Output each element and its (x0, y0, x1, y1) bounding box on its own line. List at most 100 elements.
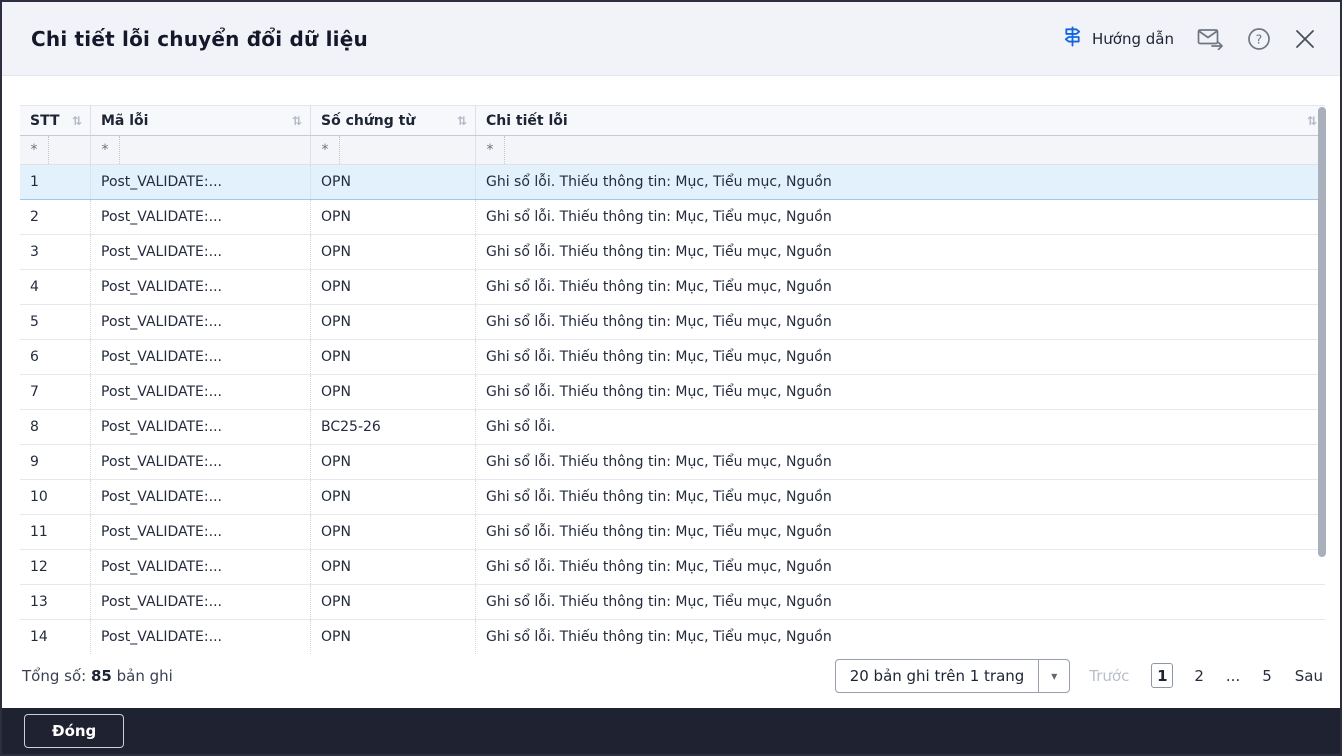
column-header-ma-loi[interactable]: Mã lỗi ⇅ (91, 106, 311, 135)
cell-stt: 3 (20, 235, 91, 269)
column-label: Mã lỗi (101, 112, 149, 129)
cell-ma-loi: Post_VALIDATE:... (91, 270, 311, 304)
cell-ma-loi: Post_VALIDATE:... (91, 445, 311, 479)
pager-page-5[interactable]: 5 (1262, 667, 1272, 685)
cell-chi-tiet-loi: Ghi sổ lỗi. Thiếu thông tin: Mục, Tiểu m… (486, 349, 832, 365)
cell-so-chung-tu: OPN (311, 480, 476, 514)
filter-operator-button[interactable]: * (476, 136, 505, 164)
send-feedback-icon[interactable] (1197, 27, 1224, 50)
table-row[interactable]: 2 Post_VALIDATE:... OPN Ghi sổ lỗi. Thiế… (20, 200, 1325, 235)
table-row[interactable]: 8 Post_VALIDATE:... BC25-26 Ghi sổ lỗi. (20, 410, 1325, 445)
filter-operator-button[interactable]: * (91, 136, 120, 164)
error-table: STT ⇅ Mã lỗi ⇅ Số chứng từ ⇅ Chi tiết lỗ… (20, 105, 1326, 654)
table-row[interactable]: 13 Post_VALIDATE:... OPN Ghi sổ lỗi. Thi… (20, 585, 1325, 620)
help-icon[interactable]: ? (1247, 27, 1271, 51)
pager-prev[interactable]: Trước (1089, 667, 1129, 685)
cell-ma-loi: Post_VALIDATE:... (91, 200, 311, 234)
header-actions: Hướng dẫn ? (1062, 26, 1316, 51)
cell-ma-loi: Post_VALIDATE:... (91, 305, 311, 339)
cell-chi-tiet-loi: Ghi sổ lỗi. (486, 419, 556, 435)
cell-stt: 6 (20, 340, 91, 374)
cell-so-chung-tu: OPN (311, 165, 476, 199)
cell-ma-loi: Post_VALIDATE:... (91, 340, 311, 374)
cell-chi-tiet-loi: Ghi sổ lỗi. Thiếu thông tin: Mục, Tiểu m… (486, 559, 832, 575)
sort-icon[interactable]: ⇅ (292, 115, 302, 127)
filter-input-chi-tiet-loi[interactable] (505, 136, 1325, 164)
cell-chi-tiet-loi: Ghi sổ lỗi. Thiếu thông tin: Mục, Tiểu m… (486, 524, 832, 540)
filter-input-ma-loi[interactable] (120, 136, 310, 164)
guide-label: Hướng dẫn (1092, 29, 1174, 48)
cell-so-chung-tu: OPN (311, 305, 476, 339)
filter-cell-chi-tiet-loi: * (476, 136, 1325, 164)
cell-so-chung-tu: OPN (311, 340, 476, 374)
close-button[interactable]: Đóng (24, 714, 125, 748)
cell-chi-tiet-loi: Ghi sổ lỗi. Thiếu thông tin: Mục, Tiểu m… (486, 384, 832, 400)
total-value: 85 (90, 666, 112, 685)
table-row[interactable]: 1 Post_VALIDATE:... OPN Ghi sổ lỗi. Thiế… (20, 165, 1325, 200)
sort-icon[interactable]: ⇅ (72, 115, 82, 127)
column-header-chi-tiet-loi[interactable]: Chi tiết lỗi ⇅ (476, 106, 1325, 135)
table-row[interactable]: 6 Post_VALIDATE:... OPN Ghi sổ lỗi. Thiế… (20, 340, 1325, 375)
pager-page-1[interactable]: 1 (1151, 663, 1174, 688)
cell-so-chung-tu: OPN (311, 235, 476, 269)
cell-chi-tiet-loi: Ghi sổ lỗi. Thiếu thông tin: Mục, Tiểu m… (486, 174, 832, 190)
cell-ma-loi: Post_VALIDATE:... (91, 235, 311, 269)
guide-button[interactable]: Hướng dẫn (1062, 26, 1174, 51)
column-label: STT (30, 112, 60, 129)
pager-controls: 20 bản ghi trên 1 trang ▾ Trước 1 2... 5 S… (834, 658, 1323, 693)
table-row[interactable]: 14 Post_VALIDATE:... OPN Ghi sổ lỗi. Thi… (20, 620, 1325, 654)
table-row[interactable]: 3 Post_VALIDATE:... OPN Ghi sổ lỗi. Thiế… (20, 235, 1325, 270)
cell-chi-tiet-loi: Ghi sổ lỗi. Thiếu thông tin: Mục, Tiểu m… (486, 629, 832, 645)
column-header-stt[interactable]: STT ⇅ (20, 106, 91, 135)
page-title: Chi tiết lỗi chuyển đổi dữ liệu (31, 26, 368, 51)
dialog-body: STT ⇅ Mã lỗi ⇅ Số chứng từ ⇅ Chi tiết lỗ… (2, 76, 1340, 708)
filter-operator-button[interactable]: * (20, 136, 49, 164)
table-row[interactable]: 7 Post_VALIDATE:... OPN Ghi sổ lỗi. Thiế… (20, 375, 1325, 410)
cell-ma-loi: Post_VALIDATE:... (91, 620, 311, 654)
cell-ma-loi: Post_VALIDATE:... (91, 165, 311, 199)
vertical-scrollbar[interactable] (1318, 107, 1326, 557)
cell-stt: 2 (20, 200, 91, 234)
total-records: Tổng số: 85 bản ghi (22, 667, 173, 685)
pager-bar: Tổng số: 85 bản ghi 20 bản ghi trên 1 tr… (20, 654, 1325, 697)
cell-stt: 11 (20, 515, 91, 549)
cell-so-chung-tu: OPN (311, 200, 476, 234)
cell-stt: 8 (20, 410, 91, 444)
cell-chi-tiet-loi: Ghi sổ lỗi. Thiếu thông tin: Mục, Tiểu m… (486, 594, 832, 610)
filter-cell-ma-loi: * (91, 136, 311, 164)
cell-ma-loi: Post_VALIDATE:... (91, 375, 311, 409)
pager-ellipsis: ... (1225, 666, 1241, 685)
page-size-select[interactable]: 20 bản ghi trên 1 trang ▾ (834, 658, 1071, 693)
table-row[interactable]: 5 Post_VALIDATE:... OPN Ghi sổ lỗi. Thiế… (20, 305, 1325, 340)
filter-input-stt[interactable] (49, 136, 90, 164)
column-header-so-chung-tu[interactable]: Số chứng từ ⇅ (311, 106, 476, 135)
cell-stt: 12 (20, 550, 91, 584)
cell-stt: 10 (20, 480, 91, 514)
cell-so-chung-tu: OPN (311, 585, 476, 619)
pager-nav: Trước 1 2... 5 Sau (1089, 663, 1323, 688)
dialog-footer: Đóng (2, 708, 1340, 754)
table-row[interactable]: 4 Post_VALIDATE:... OPN Ghi sổ lỗi. Thiế… (20, 270, 1325, 305)
sort-icon[interactable]: ⇅ (457, 115, 467, 127)
signpost-icon (1062, 26, 1083, 51)
table-row[interactable]: 9 Post_VALIDATE:... OPN Ghi sổ lỗi. Thiế… (20, 445, 1325, 480)
total-unit: bản ghi (116, 666, 173, 685)
pager-page-2[interactable]: 2 (1194, 667, 1204, 685)
cell-so-chung-tu: BC25-26 (311, 410, 476, 444)
cell-so-chung-tu: OPN (311, 620, 476, 654)
total-label: Tổng số: (22, 666, 87, 685)
cell-chi-tiet-loi: Ghi sổ lỗi. Thiếu thông tin: Mục, Tiểu m… (486, 209, 832, 225)
table-row[interactable]: 12 Post_VALIDATE:... OPN Ghi sổ lỗi. Thi… (20, 550, 1325, 585)
pager-next[interactable]: Sau (1295, 667, 1323, 685)
sort-icon[interactable]: ⇅ (1307, 115, 1317, 127)
cell-chi-tiet-loi: Ghi sổ lỗi. Thiếu thông tin: Mục, Tiểu m… (486, 454, 832, 470)
cell-stt: 5 (20, 305, 91, 339)
filter-input-so-chung-tu[interactable] (340, 136, 475, 164)
chevron-down-icon[interactable]: ▾ (1038, 659, 1069, 692)
filter-operator-button[interactable]: * (311, 136, 340, 164)
close-icon[interactable] (1294, 28, 1316, 50)
column-label: Chi tiết lỗi (486, 112, 568, 129)
table-row[interactable]: 10 Post_VALIDATE:... OPN Ghi sổ lỗi. Thi… (20, 480, 1325, 515)
cell-stt: 14 (20, 620, 91, 654)
table-row[interactable]: 11 Post_VALIDATE:... OPN Ghi sổ lỗi. Thi… (20, 515, 1325, 550)
